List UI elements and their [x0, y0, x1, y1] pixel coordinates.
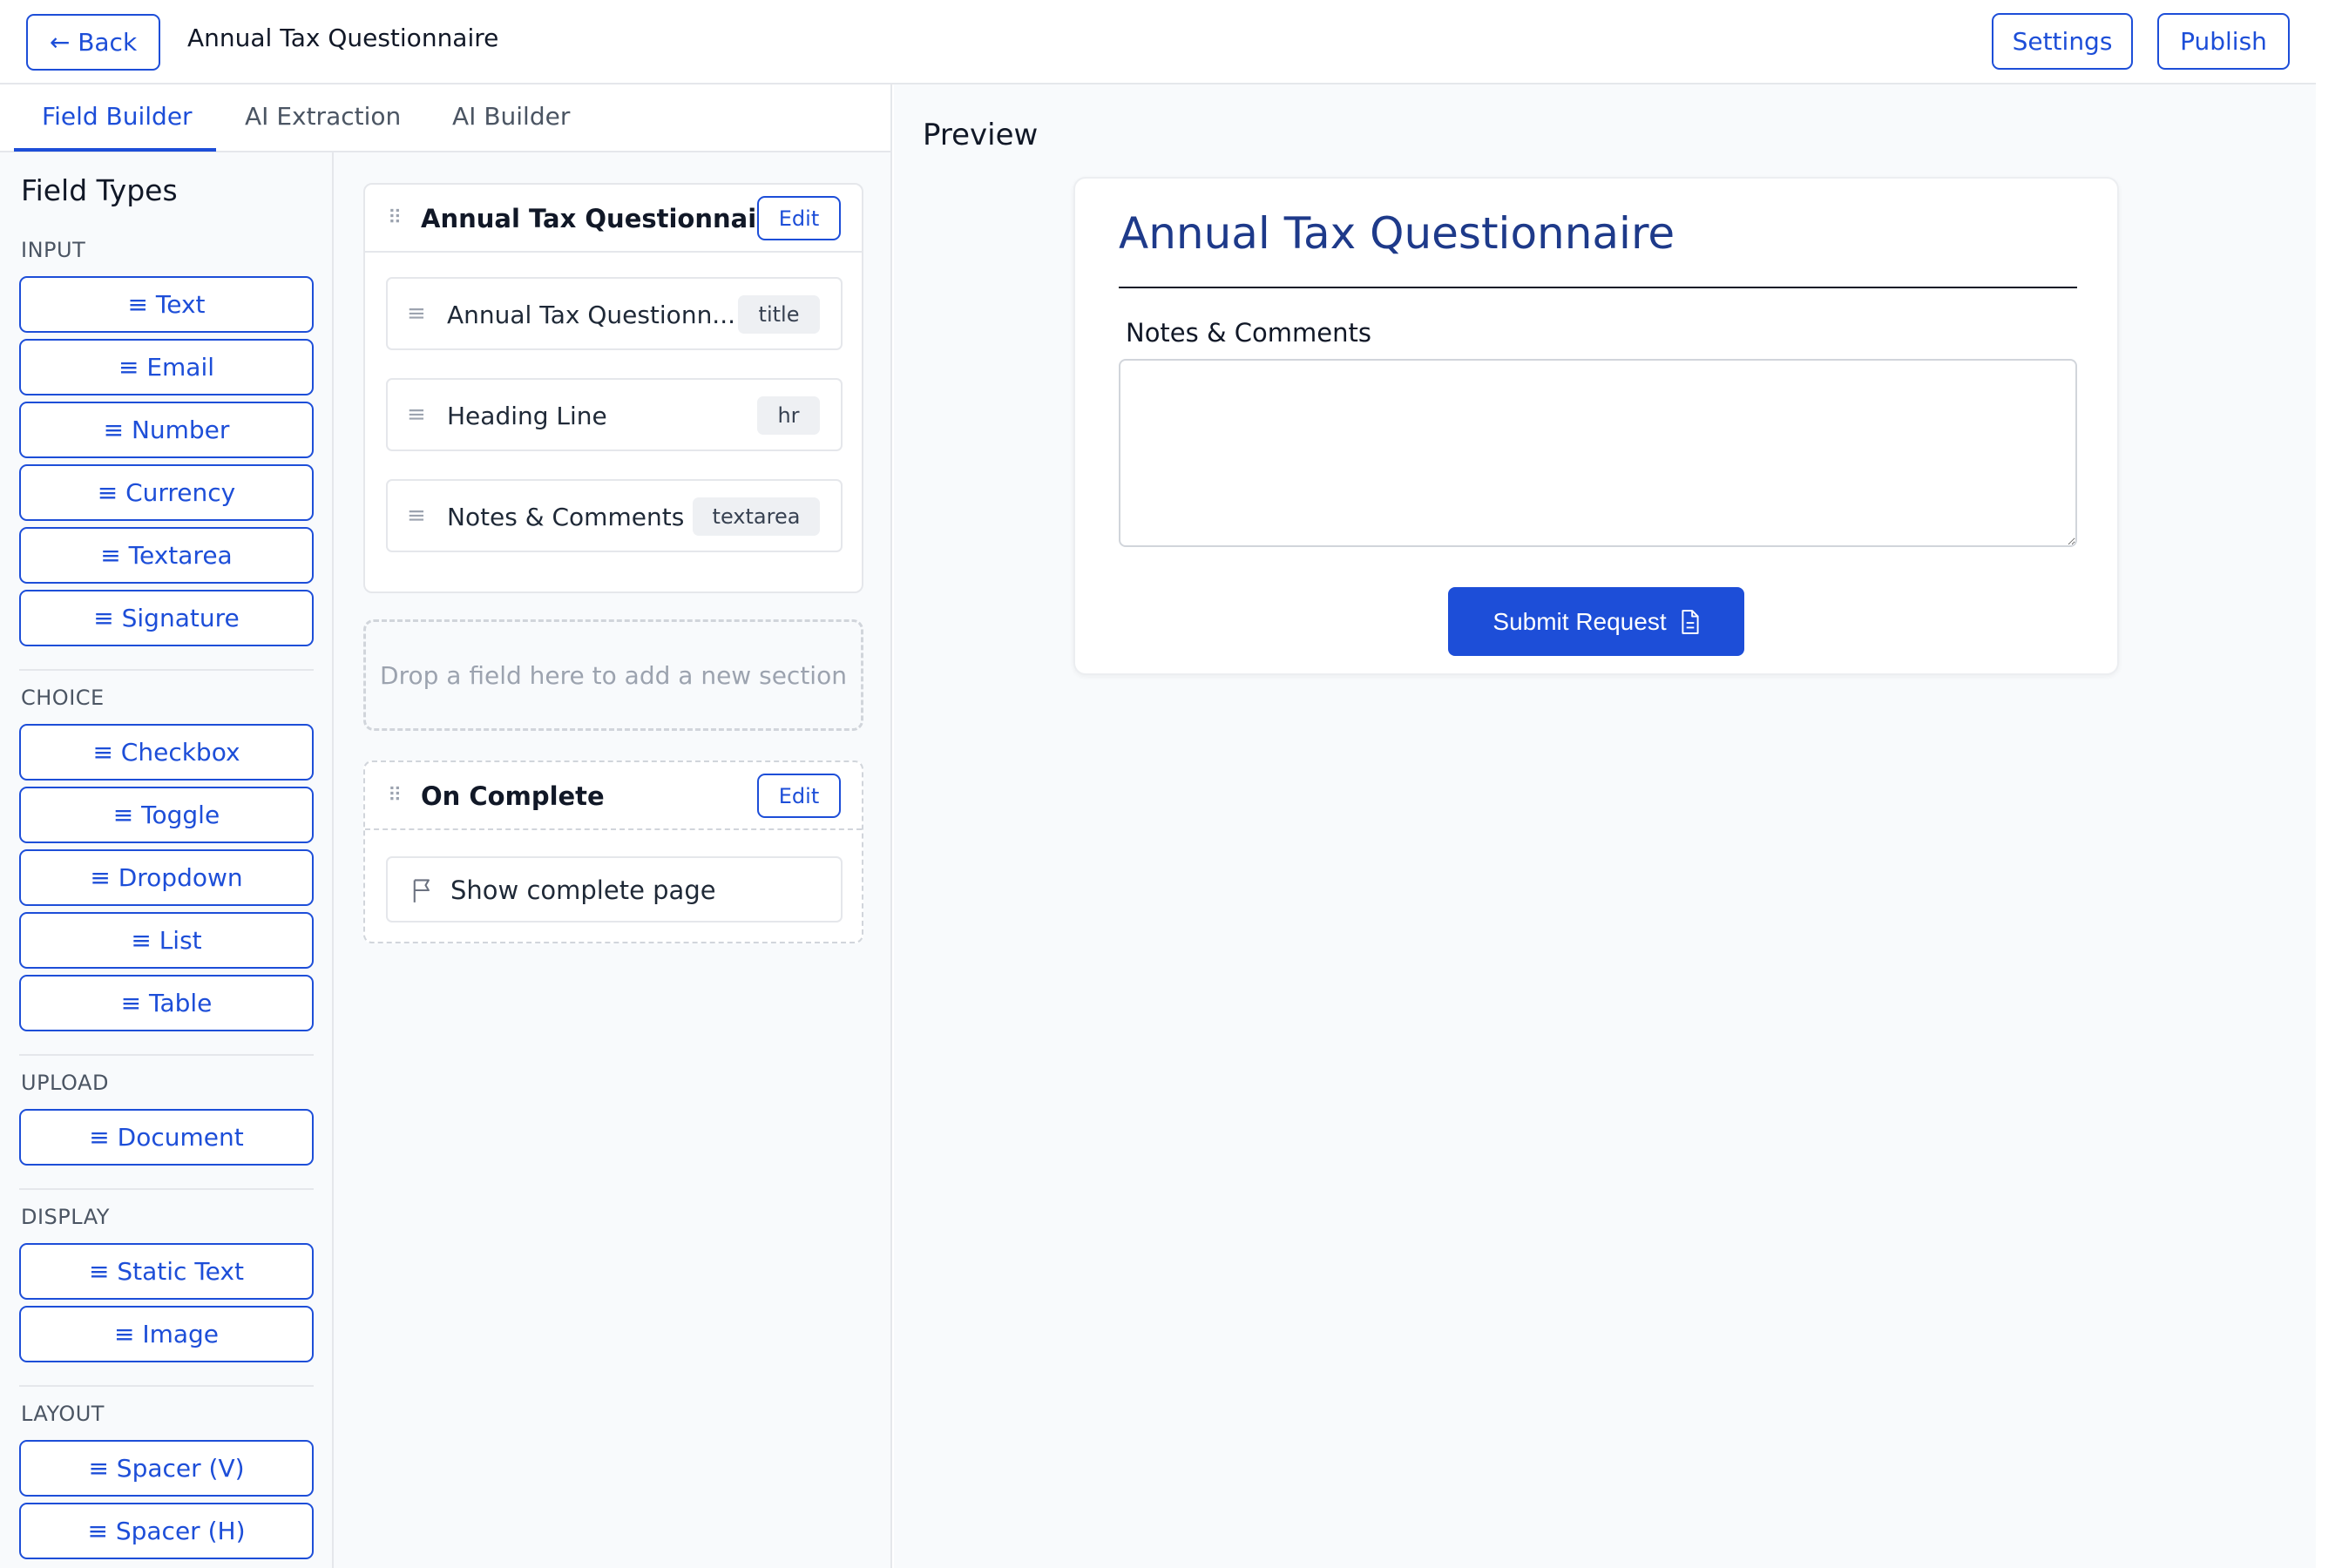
section-divider — [19, 1054, 314, 1056]
field-row-notes[interactable]: ≡ Notes & Comments textarea — [386, 479, 843, 552]
field-type-text[interactable]: ≡ Text — [19, 276, 314, 333]
field-types-panel: Field Types INPUT ≡ Text ≡ Email ≡ Numbe… — [0, 152, 334, 1568]
field-type-tag: textarea — [693, 497, 820, 536]
back-button[interactable]: ← Back — [26, 14, 160, 71]
section-label-choice: CHOICE — [21, 686, 105, 710]
field-type-number[interactable]: ≡ Number — [19, 402, 314, 458]
field-label: Heading Line — [447, 402, 607, 430]
section-label-layout: LAYOUT — [21, 1402, 105, 1426]
field-type-static-text[interactable]: ≡ Static Text — [19, 1243, 314, 1300]
on-complete-header: ⠿ On Complete Edit — [365, 762, 862, 830]
publish-button[interactable]: Publish — [2157, 13, 2290, 70]
drag-handle-icon[interactable]: ⠿ — [388, 207, 402, 229]
tab-ai-extraction[interactable]: AI Extraction — [245, 102, 401, 131]
field-type-currency[interactable]: ≡ Currency — [19, 464, 314, 521]
field-row-title[interactable]: ≡ Annual Tax Questionn... title — [386, 277, 843, 350]
field-type-checkbox[interactable]: ≡ Checkbox — [19, 724, 314, 781]
field-type-table[interactable]: ≡ Table — [19, 975, 314, 1031]
submit-request-button[interactable]: Submit Request — [1448, 587, 1744, 656]
tab-ai-builder[interactable]: AI Builder — [452, 102, 570, 131]
settings-button[interactable]: Settings — [1992, 13, 2133, 70]
field-row-heading-line[interactable]: ≡ Heading Line hr — [386, 378, 843, 451]
document-icon — [1682, 609, 1699, 634]
field-type-signature[interactable]: ≡ Signature — [19, 590, 314, 646]
notes-label: Notes & Comments — [1126, 318, 1371, 348]
submit-label: Submit Request — [1493, 607, 1667, 635]
preview-panel: Preview Annual Tax Questionnaire Notes &… — [894, 84, 2316, 1568]
field-type-toggle[interactable]: ≡ Toggle — [19, 787, 314, 843]
tab-bar: Field Builder AI Extraction AI Builder — [0, 84, 890, 152]
field-type-spacer-v[interactable]: ≡ Spacer (V) — [19, 1440, 314, 1497]
form-preview-card: Annual Tax Questionnaire Notes & Comment… — [1073, 177, 2119, 675]
field-type-image[interactable]: ≡ Image — [19, 1306, 314, 1362]
section-label-input: INPUT — [21, 238, 86, 262]
edit-section-button[interactable]: Edit — [757, 196, 841, 240]
field-label: Notes & Comments — [447, 503, 685, 531]
heading-line — [1119, 287, 2077, 288]
tab-field-builder[interactable]: Field Builder — [42, 102, 193, 131]
form-title: Annual Tax Questionnaire — [1119, 208, 1675, 259]
section-header: ⠿ Annual Tax Questionnaire Edit — [365, 185, 862, 253]
field-label: Annual Tax Questionn... — [447, 301, 736, 329]
on-complete-card: ⠿ On Complete Edit Show complete page — [363, 760, 863, 943]
preview-title: Preview — [923, 118, 1039, 152]
section-dropzone[interactable]: Drop a field here to add a new section — [363, 619, 863, 731]
section-label-display: DISPLAY — [21, 1205, 110, 1229]
editor-panel: Field Builder AI Extraction AI Builder F… — [0, 84, 892, 1568]
on-complete-title: On Complete — [421, 781, 605, 811]
top-bar: ← Back Annual Tax Questionnaire Settings… — [0, 0, 2316, 84]
field-type-spacer-h[interactable]: ≡ Spacer (H) — [19, 1503, 314, 1559]
drag-lines-icon[interactable]: ≡ — [407, 503, 426, 529]
field-type-tag: title — [738, 295, 820, 334]
field-type-document[interactable]: ≡ Document — [19, 1109, 314, 1166]
field-type-tag: hr — [757, 396, 820, 435]
notes-textarea[interactable] — [1119, 359, 2077, 547]
section-title: Annual Tax Questionnaire — [421, 204, 787, 233]
section-divider — [19, 669, 314, 671]
section-divider — [19, 1385, 314, 1387]
field-type-dropdown[interactable]: ≡ Dropdown — [19, 849, 314, 906]
field-type-list[interactable]: ≡ List — [19, 912, 314, 969]
drag-handle-icon[interactable]: ⠿ — [388, 785, 402, 807]
page-title: Annual Tax Questionnaire — [187, 24, 499, 52]
complete-action-row[interactable]: Show complete page — [386, 856, 843, 923]
builder-canvas: ⠿ Annual Tax Questionnaire Edit ≡ Annual… — [334, 152, 890, 1568]
flag-icon — [413, 879, 430, 902]
field-types-title: Field Types — [21, 173, 178, 207]
field-type-email[interactable]: ≡ Email — [19, 339, 314, 395]
app-window: ← Back Annual Tax Questionnaire Settings… — [0, 0, 2342, 1568]
drag-lines-icon[interactable]: ≡ — [407, 402, 426, 428]
section-divider — [19, 1188, 314, 1190]
drag-lines-icon[interactable]: ≡ — [407, 301, 426, 327]
section-card: ⠿ Annual Tax Questionnaire Edit ≡ Annual… — [363, 183, 863, 593]
active-tab-indicator — [14, 148, 216, 152]
field-type-textarea[interactable]: ≡ Textarea — [19, 527, 314, 584]
complete-action-label: Show complete page — [450, 875, 716, 905]
section-label-upload: UPLOAD — [21, 1071, 109, 1095]
edit-on-complete-button[interactable]: Edit — [757, 774, 841, 818]
